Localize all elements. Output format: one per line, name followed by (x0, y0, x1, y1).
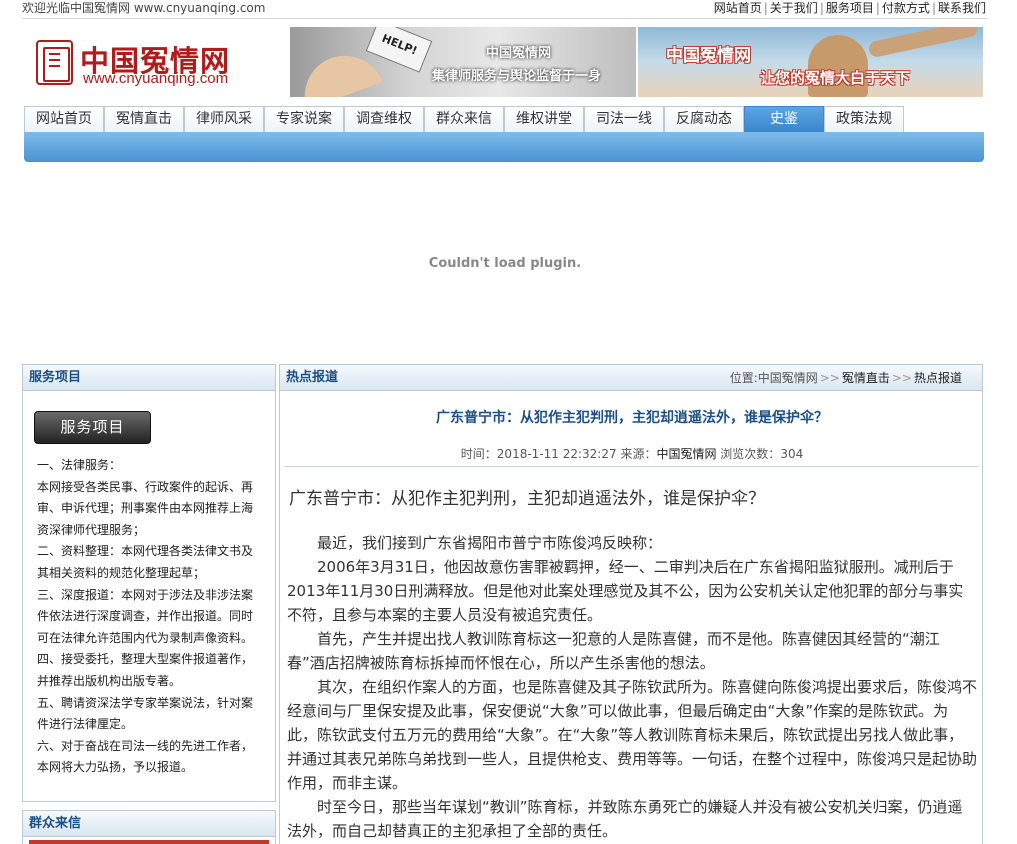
site-logo[interactable]: 中国冤情网 www.cnyuanqing.com (36, 40, 246, 90)
nav-subbar (24, 132, 984, 162)
services-panel: 服务项目 服务项目 一、法律服务： 本网接受各类民事、行政案件的起诉、再 审、申… (22, 364, 276, 802)
services-line: 并推荐出版机构出版专著。 (37, 673, 182, 688)
banner-help[interactable]: HELP! 中国冤情网 集律师服务与舆论监督于一身 (290, 27, 636, 97)
article-views: 304 (780, 447, 804, 461)
breadcrumb-home[interactable]: 中国冤情网 (758, 371, 818, 385)
top-link-services[interactable]: 服务项目 (826, 1, 874, 15)
breadcrumb-current: 热点报道 (913, 371, 962, 385)
services-line: 审、申诉代理；刑事案件由本网推荐上海 (37, 501, 254, 516)
services-line: 件进行法律厘定。 (37, 717, 134, 732)
services-line: 件依法进行深度调查，并作出报道。同时 (37, 609, 254, 624)
services-panel-title: 服务项目 (23, 365, 275, 391)
top-link-separator: | (763, 1, 768, 15)
source-label: 来源： (620, 447, 657, 461)
nav-lawyers[interactable]: 律师风采 (184, 106, 264, 132)
nav-rights-lecture[interactable]: 维权讲堂 (504, 106, 584, 132)
nav-judicial[interactable]: 司法一线 (584, 106, 664, 132)
logo-url: www.cnyuanqing.com (83, 70, 229, 87)
services-line: 其相关资料的规范化整理起草； (37, 565, 206, 580)
article-paragraph: 首先，产生并提出找人教训陈育标这一犯意的人是陈喜健，而不是他。陈喜健因其经营的“… (287, 630, 940, 672)
nav-anticorruption[interactable]: 反腐动态 (664, 106, 744, 132)
nav-letters[interactable]: 群众来信 (424, 106, 504, 132)
plugin-error: Couldn't load plugin. (428, 256, 582, 271)
services-line: 本网接受各类民事、行政案件的起诉、再 (37, 479, 254, 494)
nav-cases[interactable]: 冤情直击 (104, 106, 184, 132)
services-line: 资深律师代理服务； (37, 522, 146, 537)
nav-investigation[interactable]: 调查维权 (344, 106, 424, 132)
article-source: 中国冤情网 (656, 447, 717, 461)
services-list: 一、法律服务： 本网接受各类民事、行政案件的起诉、再 审、申诉代理；刑事案件由本… (37, 455, 271, 779)
services-line: 二、资料整理：本网代理各类法律文书及 (37, 544, 254, 559)
article-headline: 广东普宁市：从犯作主犯判刑，主犯却逍遥法外，谁是保护伞？ (289, 489, 765, 509)
breadcrumb-separator: >> (891, 371, 912, 385)
top-link-contact[interactable]: 联系我们 (938, 1, 986, 15)
services-line: 可在法律允许范围内代为录制声像资料。 (37, 630, 254, 645)
services-line: 五、聘请资深法学专家举案说法，针对案 (37, 695, 254, 710)
banner-slogan-line1: 中国冤情网 (666, 46, 751, 66)
nav-experts[interactable]: 专家说案 (264, 106, 344, 132)
services-line: 一、法律服务： (37, 458, 122, 472)
article-meta: 时间：2018-1-11 22:32:27 来源：中国冤情网 浏览次数：304 (280, 445, 984, 462)
letters-image-strip[interactable] (29, 840, 269, 844)
help-sign: HELP! (365, 27, 433, 73)
top-links: 网站首页 | 关于我们 | 服务项目 | 付款方式 | 联系我们 (714, 0, 986, 17)
main-nav: 网站首页 冤情直击 律师风采 专家说案 调查维权 群众来信 维权讲堂 司法一线 … (24, 106, 984, 132)
top-link-separator: | (819, 1, 824, 15)
nav-policy[interactable]: 政策法规 (824, 106, 904, 132)
services-button[interactable]: 服务项目 (34, 411, 151, 444)
welcome-text: 欢迎光临中国冤情网 www.cnyuanqing.com (22, 1, 266, 15)
letters-panel: 群众来信 (22, 810, 276, 844)
services-line: 四、接受委托，整理大型案件报道著作， (37, 652, 254, 667)
breadcrumb-prefix: 位置: (729, 371, 758, 385)
top-link-separator: | (931, 1, 936, 15)
services-line: 六、对于奋战在司法一线的先进工作者， (37, 738, 254, 753)
nav-home[interactable]: 网站首页 (24, 106, 104, 132)
article-paragraph: 2006年3月31日，他因故意伤害罪被羁押，经一、二审判决后在广东省揭阳监狱服刑… (287, 558, 964, 624)
article-paragraph: 时至今日，那些当年谋划“教训”陈育标，并致陈东勇死亡的嫌疑人并没有被公安机关归案… (287, 798, 963, 840)
article-panel-title: 热点报道 位置:中国冤情网 >> 冤情直击 >> 热点报道 (280, 365, 982, 391)
top-link-separator: | (875, 1, 880, 15)
article-paragraph: 其次，在组织作案人的方面，也是陈喜健及其子陈钦武所为。陈喜健向陈俊鸿提出要求后，… (287, 678, 978, 792)
article-time: 2018-1-11 22:32:27 (496, 447, 617, 461)
breadcrumb-separator: >> (819, 371, 840, 385)
top-bar: 欢迎光临中国冤情网 www.cnyuanqing.com 网站首页 | 关于我们 | 服… (22, 0, 988, 19)
seal-icon (36, 40, 73, 85)
services-line: 三、深度报道：本网对于涉法及非涉法案 (37, 587, 254, 602)
top-link-payment[interactable]: 付款方式 (882, 1, 930, 15)
services-line: 本网将大力弘扬，予以报道。 (37, 760, 194, 775)
top-link-about[interactable]: 关于我们 (770, 1, 818, 15)
letters-panel-title: 群众来信 (23, 811, 275, 837)
banner-help-line1: 中国冤情网 (486, 46, 552, 61)
breadcrumb-category[interactable]: 冤情直击 (842, 371, 890, 385)
banner-slogan-line2: 让您的冤情大白于天下 (760, 69, 911, 87)
banner-help-line2: 集律师服务与舆论监督于一身 (432, 69, 602, 84)
banner-slogan[interactable]: 中国冤情网 让您的冤情大白于天下 (638, 27, 983, 97)
article-body: 最近，我们接到广东省揭阳市普宁市陈俊鸿反映称： 2006年3月31日，他因故意伤… (287, 531, 977, 843)
top-link-home[interactable]: 网站首页 (714, 1, 762, 15)
section-title: 热点报道 (286, 370, 339, 385)
views-label: 浏览次数： (720, 447, 781, 461)
nav-history[interactable]: 史鉴 (744, 106, 824, 132)
article-paragraph: 最近，我们接到广东省揭阳市普宁市陈俊鸿反映称： (317, 534, 663, 552)
article-divider (284, 466, 978, 467)
article-panel: 热点报道 位置:中国冤情网 >> 冤情直击 >> 热点报道 广东普宁市：从犯作主犯判刑，… (279, 364, 983, 844)
time-label: 时间： (460, 447, 497, 461)
arm-image (867, 27, 979, 59)
breadcrumb: 位置:中国冤情网 >> 冤情直击 >> 热点报道 (730, 365, 962, 391)
article-title: 广东普宁市：从犯作主犯判刑，主犯却逍遥法外，谁是保护伞？ (436, 410, 828, 426)
